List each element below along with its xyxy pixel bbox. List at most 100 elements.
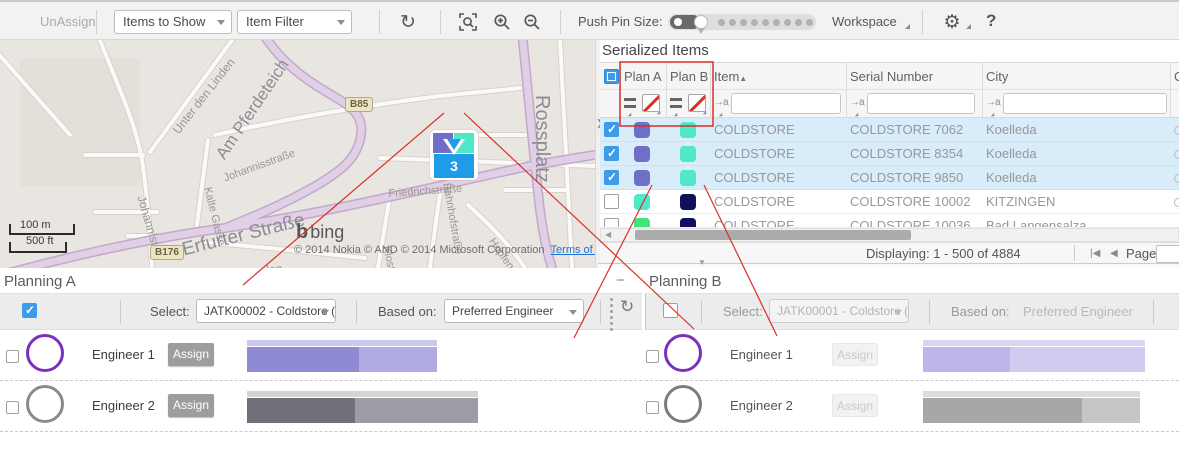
engineer-avatar[interactable]	[26, 385, 64, 423]
slider-dot[interactable]	[806, 19, 813, 26]
planning-a-checkbox[interactable]	[22, 303, 37, 318]
table-row-partial[interactable]: COLDSTORE COLDSTORE 10036 Bad Langensalz…	[600, 214, 1179, 228]
engineer-row[interactable]: Engineer 2 Assign	[0, 382, 642, 432]
slider-dot[interactable]	[740, 19, 747, 26]
engineer-row[interactable]: Engineer 2 Assign	[645, 382, 1179, 432]
item-filter-mode-icon[interactable]: →a	[714, 97, 728, 108]
column-separator	[620, 62, 621, 118]
row-checkbox[interactable]	[604, 122, 619, 137]
column-header-plan-a[interactable]: Plan A	[624, 69, 662, 84]
zoom-to-fit-icon[interactable]	[456, 10, 480, 34]
engineer-avatar[interactable]	[664, 385, 702, 423]
row-checkbox[interactable]	[604, 194, 619, 209]
item-filter-input[interactable]	[731, 93, 841, 114]
workspace-button[interactable]: Workspace	[832, 14, 897, 29]
slider-dot[interactable]	[784, 19, 791, 26]
scrollbar-thumb[interactable]	[635, 230, 911, 240]
help-icon[interactable]: ?	[986, 11, 996, 31]
planning-b-job-dropdown[interactable]: JATK00001 - Coldstore (	[769, 299, 909, 323]
settings-gear-icon[interactable]: ⚙	[940, 10, 964, 34]
plan-b-filter-none-icon[interactable]	[688, 94, 706, 112]
select-all-checkbox[interactable]	[604, 69, 619, 84]
table-row[interactable]: COLDSTORE COLDSTORE 8354 Koelleda	[600, 142, 1179, 166]
plan-b-color-chip[interactable]	[680, 122, 696, 138]
zoom-in-icon[interactable]	[490, 10, 514, 34]
engineer-checkbox[interactable]	[646, 350, 659, 363]
clipped-cell-glyph	[1174, 198, 1179, 207]
slider-dot[interactable]	[773, 19, 780, 26]
refresh-icon[interactable]: ↻	[620, 297, 634, 317]
slider-dot[interactable]	[718, 19, 725, 26]
engineer-avatar[interactable]	[26, 334, 64, 372]
zoom-out-icon[interactable]	[520, 10, 544, 34]
slider-dot[interactable]	[729, 19, 736, 26]
table-row[interactable]: COLDSTORE COLDSTORE 7062 Koelleda	[600, 118, 1179, 142]
schedule-bar[interactable]	[923, 398, 1140, 423]
schedule-bar[interactable]	[923, 347, 1145, 372]
column-header-city[interactable]: City	[986, 69, 1008, 84]
plan-b-color-chip[interactable]	[680, 194, 696, 210]
terms-of-use-link[interactable]: Terms of Use	[551, 244, 595, 256]
row-checkbox[interactable]	[604, 146, 619, 161]
item-filter-dropdown[interactable]: Item Filter	[237, 10, 352, 34]
city-filter-input[interactable]	[1003, 93, 1167, 114]
previous-page-icon[interactable]: ◀	[1110, 248, 1118, 259]
engineer-row[interactable]: Engineer 1 Assign	[645, 331, 1179, 381]
map-pushpin[interactable]: 3	[430, 130, 478, 180]
push-pin-size-slider[interactable]	[668, 14, 816, 30]
plan-b-color-chip[interactable]	[680, 146, 696, 162]
map-canvas[interactable]: Unter den Linden Am Pferdeteich Johannis…	[0, 40, 595, 268]
scroll-left-icon[interactable]: ◀	[605, 230, 611, 239]
plan-a-color-chip[interactable]	[634, 218, 650, 228]
row-checkbox[interactable]	[604, 170, 619, 185]
column-header-plan-b[interactable]: Plan B	[670, 69, 708, 84]
planning-b-checkbox[interactable]	[663, 303, 678, 318]
unassign-button[interactable]: UnAssign	[40, 14, 96, 29]
schedule-bar[interactable]	[247, 398, 478, 423]
planning-a-based-on-dropdown[interactable]: Preferred Engineer	[444, 299, 584, 323]
route-shield-b176: B176	[150, 245, 184, 260]
page-number-input[interactable]	[1156, 245, 1179, 263]
slider-dot[interactable]	[751, 19, 758, 26]
plan-b-color-chip[interactable]	[680, 170, 696, 186]
collapse-panel-a-button[interactable]: −	[616, 272, 625, 289]
item-cell: COLDSTORE	[714, 146, 795, 161]
table-row[interactable]: COLDSTORE COLDSTORE 9850 Koelleda	[600, 166, 1179, 190]
assign-button[interactable]: Assign	[168, 343, 214, 366]
engineer-row[interactable]: Engineer 1 Assign	[0, 331, 642, 381]
schedule-bar[interactable]	[247, 347, 437, 372]
first-page-icon[interactable]: |◀	[1090, 248, 1100, 259]
serial-filter-mode-icon[interactable]: →a	[850, 97, 864, 108]
engineer-checkbox[interactable]	[6, 350, 19, 363]
bar-segment	[923, 398, 1082, 423]
slider-dot[interactable]	[762, 19, 769, 26]
plan-b-color-chip[interactable]	[680, 218, 696, 228]
serial-filter-input[interactable]	[867, 93, 975, 114]
plan-a-filter-none-icon[interactable]	[642, 94, 660, 112]
plan-a-color-chip[interactable]	[634, 146, 650, 162]
drag-handle-dots[interactable]	[610, 298, 613, 331]
items-to-show-dropdown[interactable]: Items to Show	[114, 10, 232, 34]
toolbar-separator	[560, 10, 561, 34]
planning-a-job-dropdown[interactable]: JATK00002 - Coldstore (	[196, 299, 336, 323]
column-header-clipped[interactable]: C	[1174, 69, 1179, 84]
column-header-serial[interactable]: Serial Number	[850, 69, 933, 84]
plan-b-filter-equals-icon[interactable]	[670, 98, 682, 108]
engineer-checkbox[interactable]	[646, 401, 659, 414]
horizontal-scrollbar[interactable]: ◀	[600, 228, 1179, 242]
engineer-avatar[interactable]	[664, 334, 702, 372]
city-filter-mode-icon[interactable]: →a	[986, 97, 1000, 108]
table-row[interactable]: COLDSTORE COLDSTORE 10002 KITZINGEN	[600, 190, 1179, 214]
assign-button[interactable]: Assign	[168, 394, 214, 417]
plan-a-color-chip[interactable]	[634, 170, 650, 186]
row-checkbox[interactable]	[604, 218, 619, 228]
plan-a-color-chip[interactable]	[634, 122, 650, 138]
plan-a-filter-equals-icon[interactable]	[624, 98, 636, 108]
slider-handle[interactable]	[694, 15, 708, 29]
toolbar-separator	[356, 300, 357, 324]
slider-dot[interactable]	[795, 19, 802, 26]
refresh-icon[interactable]: ↻	[396, 10, 420, 34]
engineer-checkbox[interactable]	[6, 401, 19, 414]
column-header-item[interactable]: Item▲	[714, 69, 747, 84]
plan-a-color-chip[interactable]	[634, 194, 650, 210]
